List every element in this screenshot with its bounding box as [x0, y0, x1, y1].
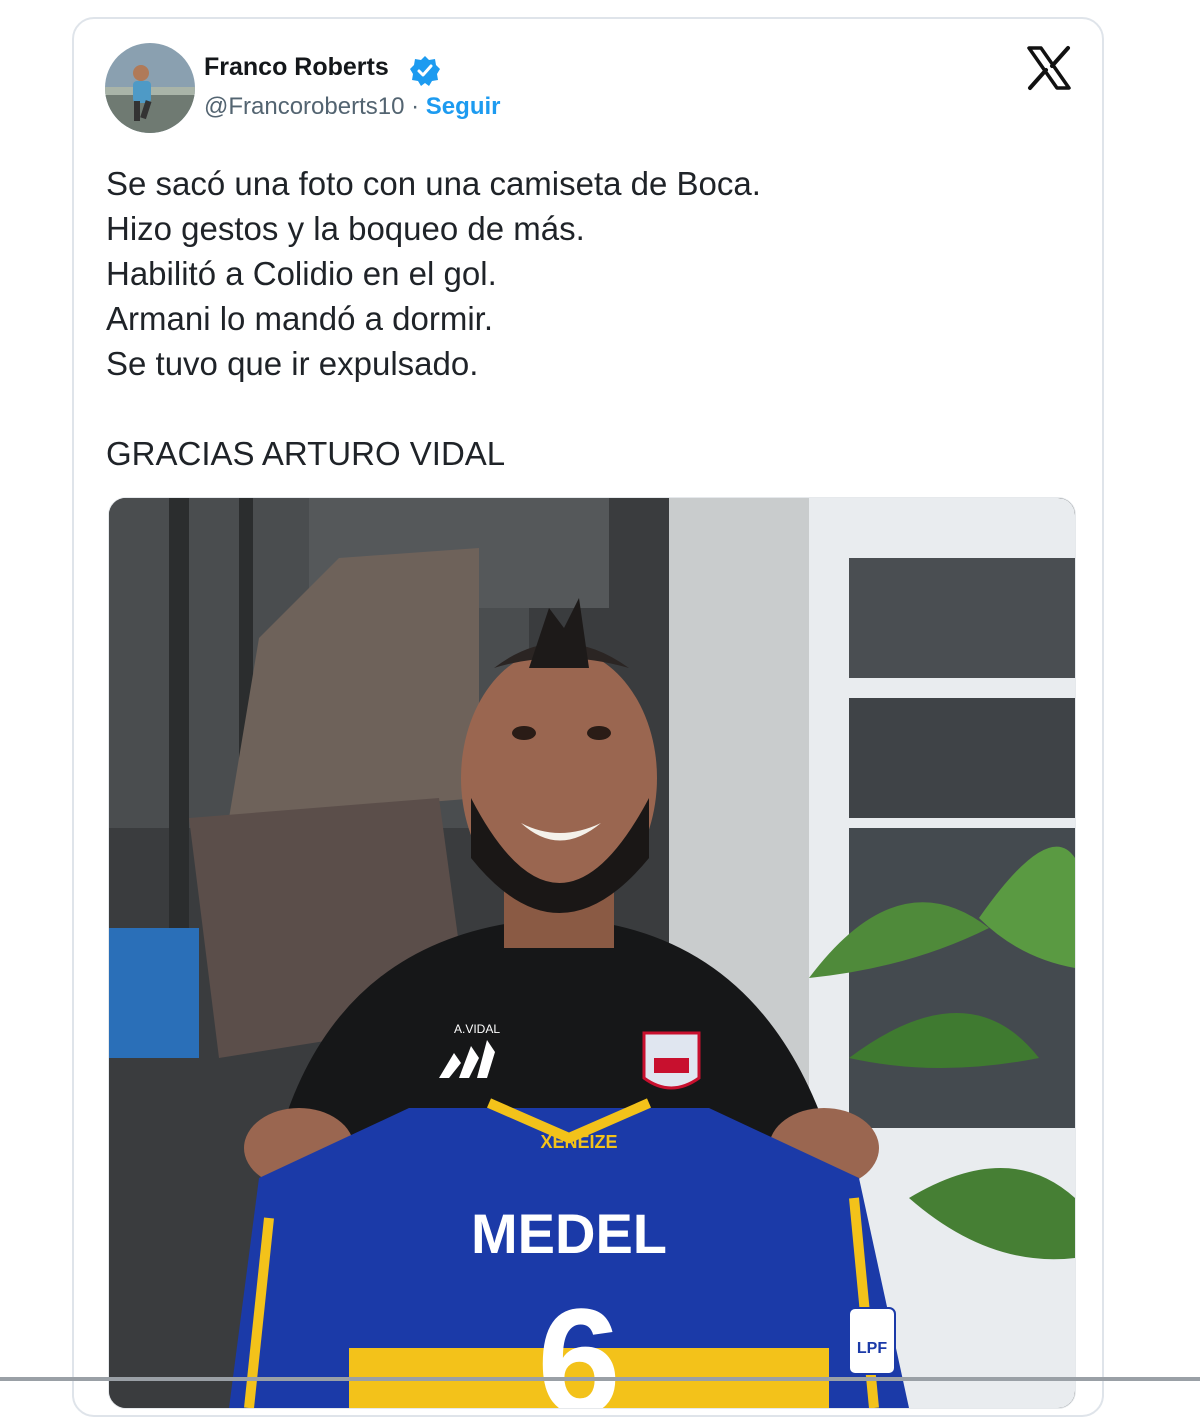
author-avatar[interactable]: [105, 43, 195, 133]
tweet-photo[interactable]: A.VIDAL XENEIZE MEDEL 6 LPF: [108, 497, 1076, 1409]
tweet-card: Franco Roberts @Francoroberts10 · Seguir…: [72, 17, 1104, 1417]
league-badge-text: LPF: [857, 1340, 887, 1357]
verified-badge-icon: [410, 56, 440, 86]
x-logo-icon[interactable]: [1026, 45, 1072, 91]
tweet-text: Se sacó una foto con una camiseta de Boc…: [106, 161, 1066, 476]
runner-avatar-icon: [105, 43, 195, 133]
jersey-brand-text: XENEIZE: [540, 1132, 617, 1152]
handle-separator: ·: [411, 93, 420, 120]
tweet-line: Armani lo mandó a dormir.: [106, 300, 493, 337]
author-handle[interactable]: @Francoroberts10: [204, 93, 404, 120]
tweet-line: Habilitó a Colidio en el gol.: [106, 255, 497, 292]
shirt-name-tag: A.VIDAL: [454, 1022, 500, 1036]
tweet-line: Se sacó una foto con una camiseta de Boc…: [106, 165, 761, 202]
tweet-line: Se tuvo que ir expulsado.: [106, 345, 479, 382]
tweet-line: Hizo gestos y la boqueo de más.: [106, 210, 585, 247]
page-bottom-divider: [0, 1377, 1200, 1381]
author-name[interactable]: Franco Roberts: [204, 53, 389, 82]
jersey-name: MEDEL: [471, 1202, 667, 1265]
author-handle-row: @Francoroberts10 · Seguir: [204, 93, 500, 121]
photo-illustration: A.VIDAL XENEIZE MEDEL 6 LPF: [109, 498, 1075, 1408]
jersey-number: 6: [537, 1277, 620, 1408]
tweet-closing-line: GRACIAS ARTURO VIDAL: [106, 435, 506, 472]
follow-button[interactable]: Seguir: [426, 93, 501, 120]
